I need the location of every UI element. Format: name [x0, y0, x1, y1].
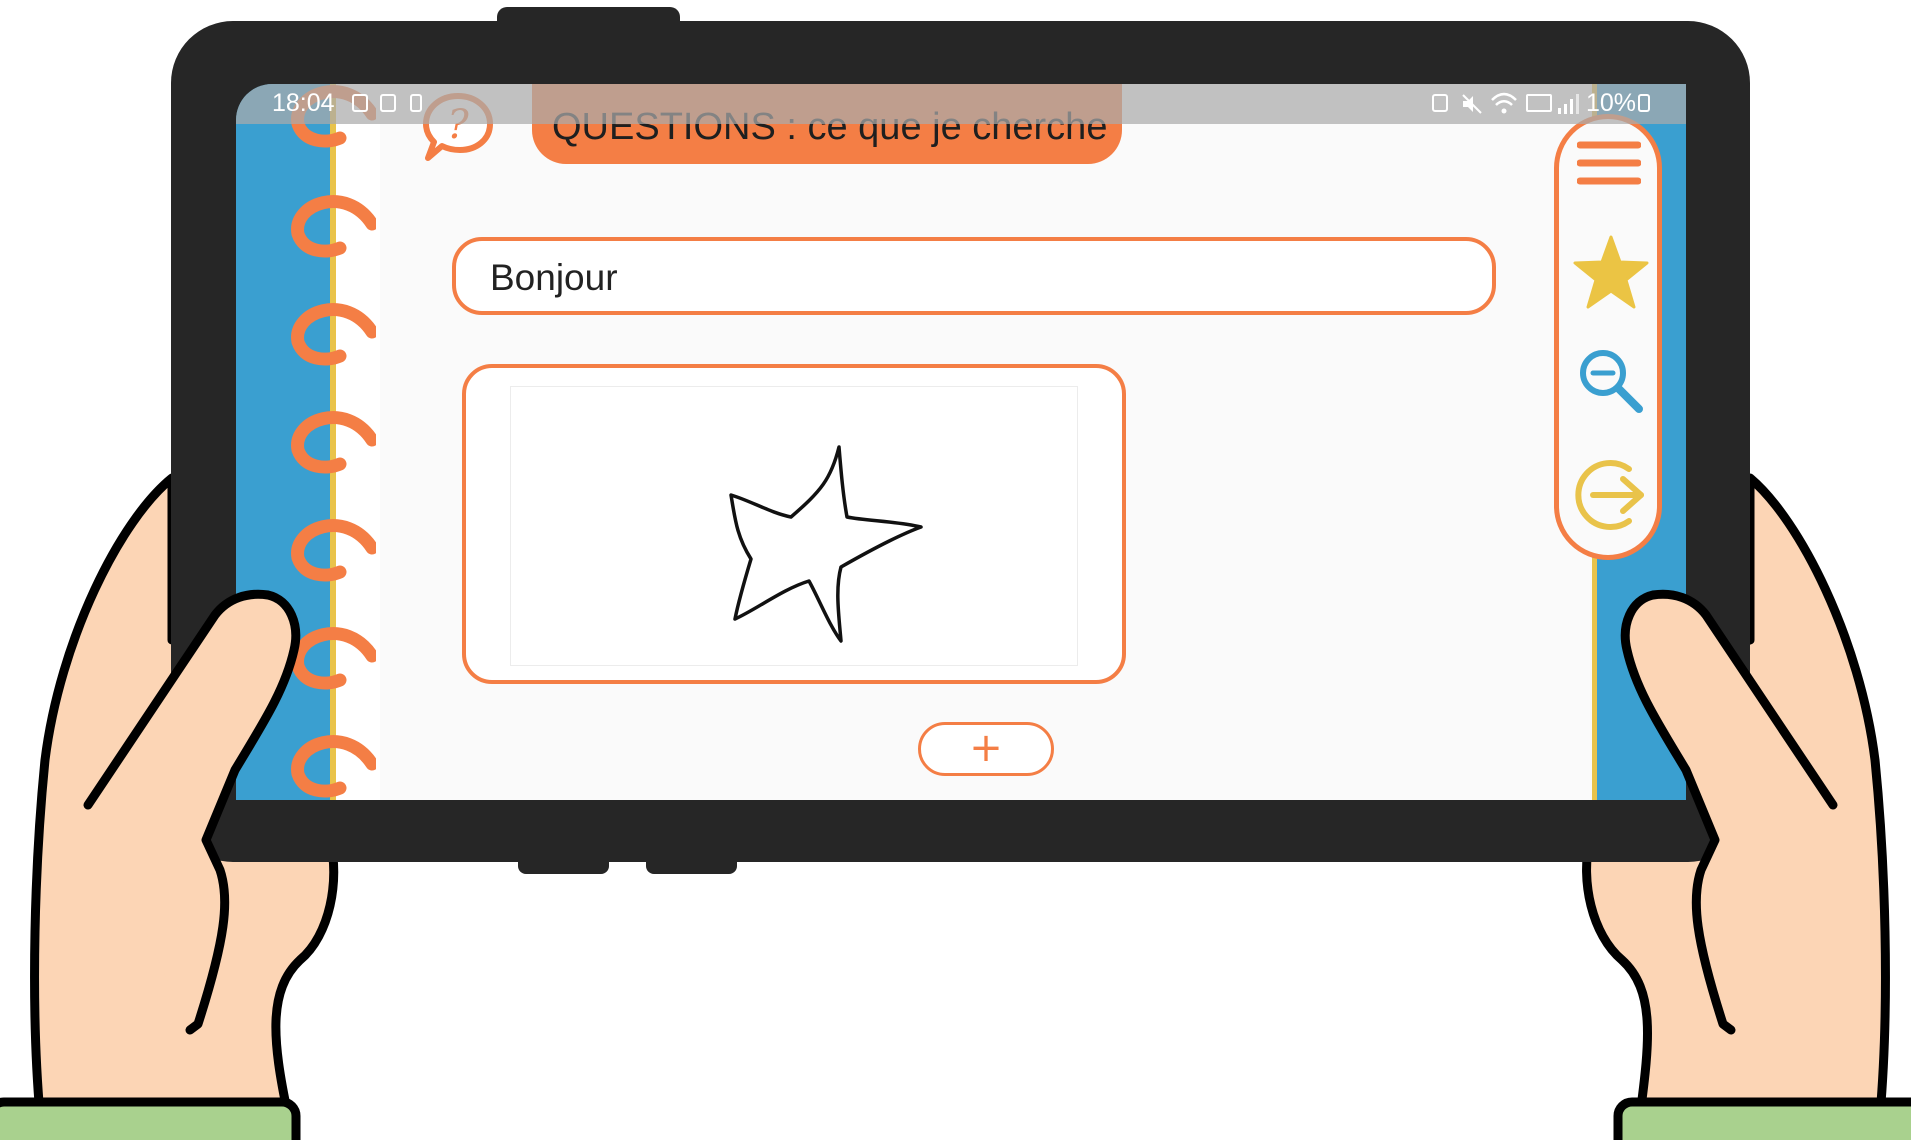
hands-front	[0, 589, 1911, 1140]
left-sleeve	[0, 1097, 301, 1140]
left-thumb	[83, 589, 301, 1035]
right-thumb	[1620, 589, 1838, 1035]
right-sleeve	[1613, 1097, 1911, 1140]
